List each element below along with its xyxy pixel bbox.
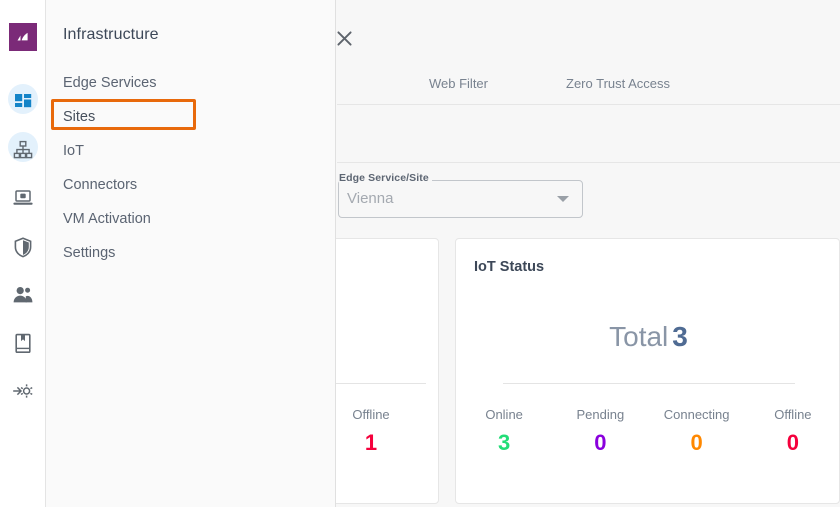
menu-item-connectors[interactable]: Connectors xyxy=(46,168,336,202)
stat-label: Online xyxy=(485,407,523,422)
select-value: Vienna xyxy=(347,190,394,207)
close-glyph xyxy=(336,30,352,46)
menu-item-edge-services[interactable]: Edge Services xyxy=(46,66,336,100)
total-value: 3 xyxy=(672,321,688,352)
edge-service-site-select[interactable]: Edge Service/Site Vienna xyxy=(338,172,583,218)
app-window: Infrastructure Edge Services Sites IoT C… xyxy=(0,0,840,507)
sidebar-item-reports[interactable] xyxy=(5,325,41,361)
stat-value: 0 xyxy=(786,430,799,455)
stat-connecting: Connecting 0 xyxy=(649,407,745,456)
stat-label: Pending xyxy=(576,407,625,422)
network-icon xyxy=(13,140,33,159)
iot-total: Total 3 xyxy=(456,321,840,353)
total-label: Total xyxy=(609,321,669,352)
menu-item-vm-activation[interactable]: VM Activation xyxy=(46,202,336,236)
menu-item-iot[interactable]: IoT xyxy=(46,134,336,168)
endpoint-icon xyxy=(13,190,33,205)
iot-stats: Online 3 Pending 0 Connecting 0 Offline … xyxy=(456,407,840,456)
stat-value: 0 xyxy=(690,430,703,455)
stat-value: 3 xyxy=(498,430,511,455)
stat-offline: Offline 0 xyxy=(745,407,840,456)
book-icon xyxy=(15,333,31,353)
menu-item-sites[interactable]: Sites xyxy=(46,100,336,134)
card-divider xyxy=(503,383,795,384)
card-title: IoT Status xyxy=(474,259,545,275)
sidebar-item-security[interactable] xyxy=(5,229,41,265)
drawer-menu: Edge Services Sites IoT Connectors VM Ac… xyxy=(46,66,336,270)
iot-status-card: IoT Status Total 3 Online 3 Pending 0 Con… xyxy=(455,238,840,504)
drawer-title: Infrastructure xyxy=(63,26,159,43)
sidebar-item-dashboard[interactable] xyxy=(5,84,41,120)
gear-arrow-icon xyxy=(13,384,33,398)
menu-item-settings[interactable]: Settings xyxy=(46,236,336,270)
tab-web-filter[interactable]: Web Filter xyxy=(429,76,488,91)
chevron-down-icon[interactable] xyxy=(557,196,569,202)
close-icon[interactable] xyxy=(332,26,356,50)
card-divider xyxy=(326,383,426,384)
tab-zero-trust-access[interactable]: Zero Trust Access xyxy=(566,76,670,91)
app-logo[interactable] xyxy=(9,23,37,51)
filter-bar xyxy=(337,105,840,163)
select-label: Edge Service/Site xyxy=(339,172,432,184)
sidebar-item-users[interactable] xyxy=(5,277,41,313)
sidebar-item-infrastructure[interactable] xyxy=(5,132,41,168)
stat-label: Connecting xyxy=(663,407,730,422)
stat-online: Online 3 xyxy=(456,407,552,456)
sidebar-item-endpoints[interactable] xyxy=(5,180,41,216)
users-icon xyxy=(13,287,33,303)
stat-value: 0 xyxy=(594,430,607,455)
stat-pending: Pending 0 xyxy=(552,407,648,456)
stat-label: Offline xyxy=(774,407,812,422)
infrastructure-drawer: Infrastructure Edge Services Sites IoT C… xyxy=(46,0,352,507)
logo-glyph xyxy=(17,32,28,41)
shield-icon xyxy=(14,236,32,257)
main-content: Web Filter Zero Trust Access Edge Servic… xyxy=(301,0,840,507)
tab-bar: Web Filter Zero Trust Access xyxy=(337,0,840,105)
dashboard-icon xyxy=(15,94,32,108)
sidebar-item-integration[interactable] xyxy=(5,373,41,409)
icon-rail xyxy=(0,0,46,507)
